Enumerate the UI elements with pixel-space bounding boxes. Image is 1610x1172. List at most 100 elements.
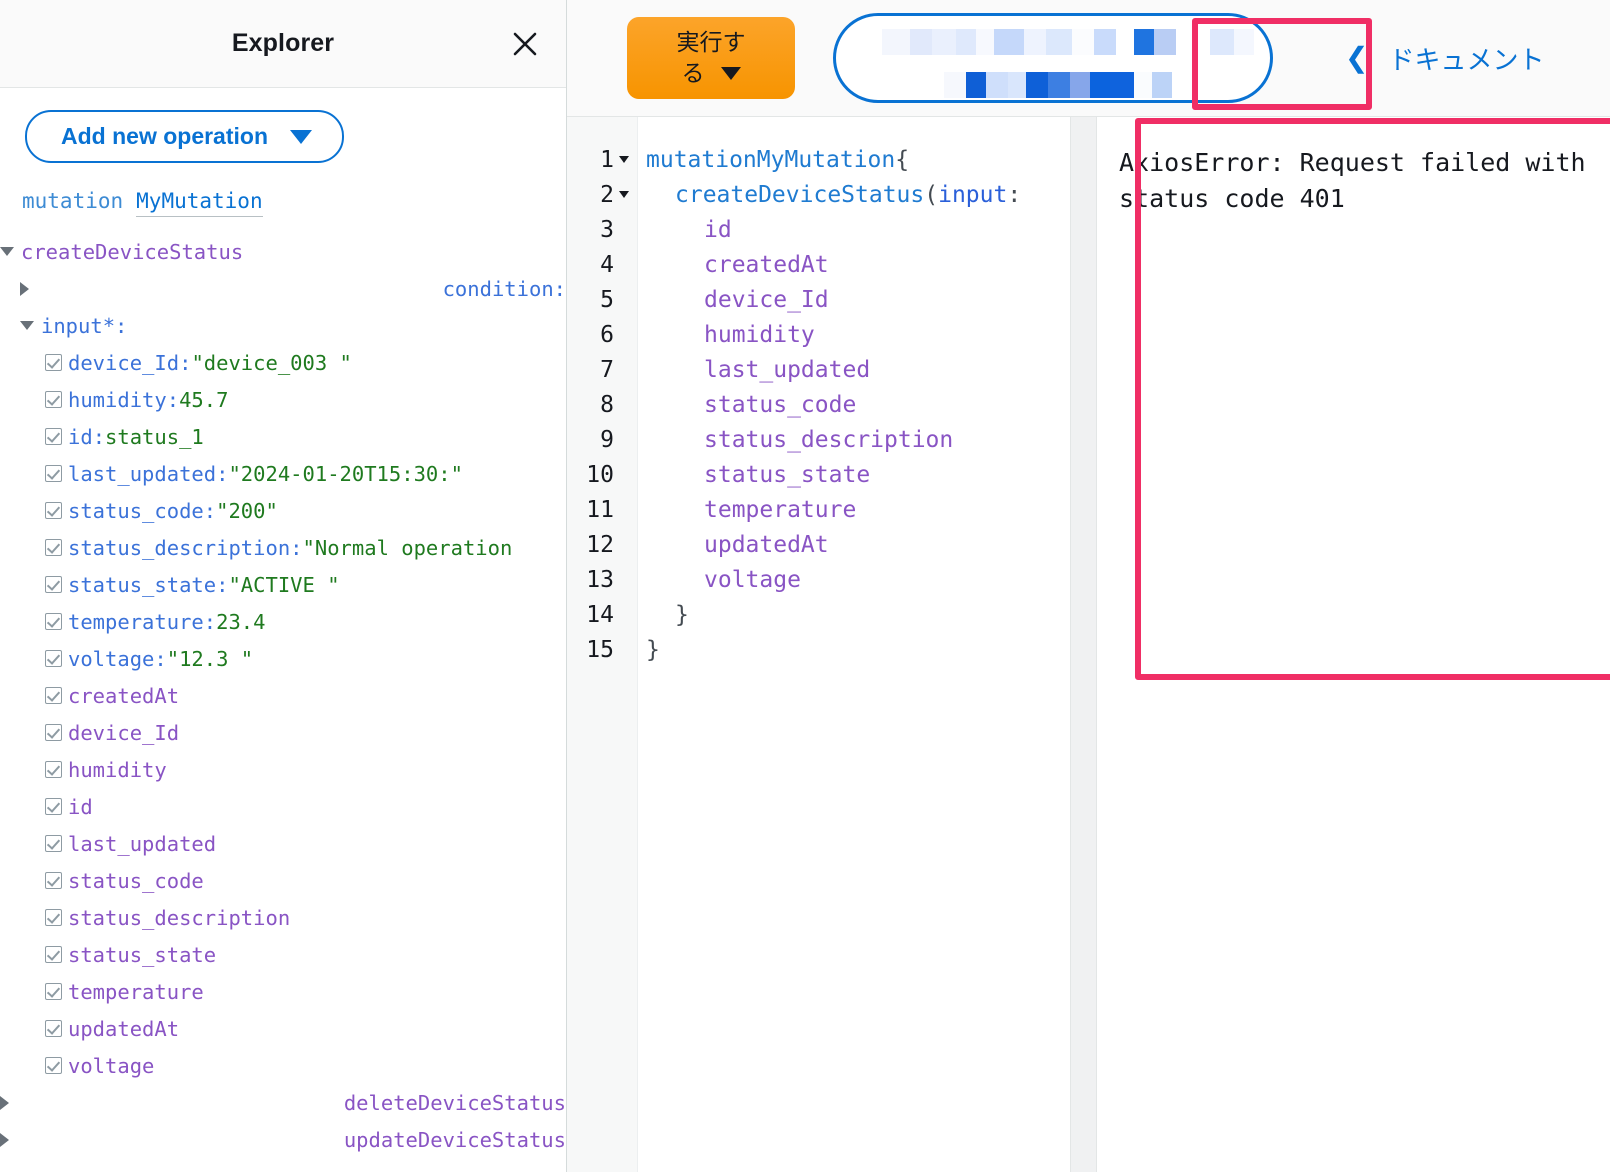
field-checkbox[interactable]: [45, 539, 62, 556]
redacted-block: [994, 29, 1024, 55]
documentation-link[interactable]: ❮ ドキュメント: [1345, 40, 1544, 77]
tree-field-last_updated[interactable]: last_updated: [0, 825, 566, 862]
field-checkbox[interactable]: [45, 909, 62, 926]
field-checkbox[interactable]: [45, 835, 62, 852]
tree-operation-updateDeviceStatus[interactable]: updateDeviceStatus: [0, 1121, 566, 1158]
code-token-name: createDeviceStatus: [675, 181, 925, 208]
arg-key: status_code: [68, 498, 204, 523]
field-checkbox[interactable]: [45, 465, 62, 482]
field-checkbox[interactable]: [45, 502, 62, 519]
tree-field-humidity[interactable]: humidity: [0, 751, 566, 788]
tree-field-updatedAt[interactable]: updatedAt: [0, 1010, 566, 1047]
field-checkbox[interactable]: [45, 428, 62, 445]
field-checkbox[interactable]: [45, 687, 62, 704]
field-checkbox[interactable]: [45, 391, 62, 408]
fold-triangle-icon[interactable]: [618, 156, 630, 163]
code-token-field: status_description: [704, 426, 954, 453]
redacted-endpoint-field[interactable]: [833, 13, 1273, 103]
field-checkbox[interactable]: [45, 798, 62, 815]
editor-code[interactable]: mutation MyMutation {createDeviceStatus(…: [638, 117, 1070, 1172]
run-query-button[interactable]: 実行す る: [627, 17, 795, 99]
code-line: updatedAt: [638, 527, 1070, 562]
operation-declaration: mutation MyMutation: [22, 189, 566, 217]
editor-line-number: 10: [567, 457, 637, 492]
field-checkbox[interactable]: [45, 613, 62, 630]
tree-arg-humidity[interactable]: humidity: 45.7: [0, 381, 566, 418]
editor-line-number: 14: [567, 597, 637, 632]
tree-operation-deleteDeviceStatus[interactable]: deleteDeviceStatus: [0, 1084, 566, 1121]
redacted-block: [1176, 29, 1210, 55]
field-label: createdAt: [68, 683, 180, 708]
code-line: humidity: [638, 317, 1070, 352]
editor-line-number: 7: [567, 352, 637, 387]
tree-field-voltage[interactable]: voltage: [0, 1047, 566, 1084]
redacted-block: [1026, 72, 1048, 98]
arg-separator: :: [290, 535, 303, 560]
tree-arg-voltage[interactable]: voltage: "12.3 ": [0, 640, 566, 677]
field-checkbox[interactable]: [45, 650, 62, 667]
editor-line-number: 2: [567, 177, 637, 212]
tree-field-status_code[interactable]: status_code: [0, 862, 566, 899]
triangle-right-icon[interactable]: [20, 281, 436, 296]
page-title: Explorer: [231, 29, 335, 57]
tree-field-temperature[interactable]: temperature: [0, 973, 566, 1010]
code-line: voltage: [638, 562, 1070, 597]
triangle-down-icon[interactable]: [20, 321, 34, 330]
tree-arg-device_Id[interactable]: device_Id: "device_003 ": [0, 344, 566, 381]
triangle-down-icon[interactable]: [0, 247, 14, 256]
tree-root-createDeviceStatus[interactable]: createDeviceStatus: [0, 233, 566, 270]
code-token-brace: {: [895, 146, 910, 173]
code-token-field: voltage: [704, 566, 801, 593]
tree-item-input[interactable]: input*:: [0, 307, 566, 344]
query-editor[interactable]: 1 2 3 4 5 6 7 8 9 10 11 12 13 14 15 mutation MyMutatio…: [567, 117, 1071, 1172]
tree-arg-status_code[interactable]: status_code: "200": [0, 492, 566, 529]
field-checkbox[interactable]: [45, 1020, 62, 1037]
triangle-right-icon[interactable]: [0, 1132, 337, 1147]
tree-item-condition[interactable]: condition:: [0, 270, 566, 307]
triangle-right-icon[interactable]: [0, 1095, 337, 1110]
fold-triangle-icon[interactable]: [618, 191, 630, 198]
field-checkbox[interactable]: [45, 724, 62, 741]
field-checkbox[interactable]: [45, 983, 62, 1000]
line-number: 8: [600, 391, 614, 418]
field-checkbox[interactable]: [45, 354, 62, 371]
line-number: 14: [586, 601, 614, 628]
field-checkbox[interactable]: [45, 761, 62, 778]
code-token-name: MyMutation: [756, 146, 896, 173]
editor-line-number: 8: [567, 387, 637, 422]
add-new-operation-label: Add new operation: [61, 123, 268, 149]
tree-field-createdAt[interactable]: createdAt: [0, 677, 566, 714]
field-label: status_state: [68, 942, 217, 967]
field-checkbox[interactable]: [45, 576, 62, 593]
tree-arg-id[interactable]: id: status_1: [0, 418, 566, 455]
tree-field-status_state[interactable]: status_state: [0, 936, 566, 973]
operation-name-input[interactable]: MyMutation: [136, 189, 263, 217]
result-error-text: AxiosError: Request failed with status c…: [1119, 148, 1601, 214]
arg-value: 23.4: [216, 609, 266, 634]
editor-line-number: 12: [567, 527, 637, 562]
tree-arg-last_updated[interactable]: last_updated: "2024-01-20T15:30:": [0, 455, 566, 492]
redacted-block: [1024, 29, 1046, 55]
add-new-operation-button[interactable]: Add new operation: [25, 110, 344, 163]
tree-arg-status_state[interactable]: status_state: "ACTIVE ": [0, 566, 566, 603]
field-label: status_code: [68, 868, 204, 893]
tree-field-status_description[interactable]: status_description: [0, 899, 566, 936]
redacted-block: [932, 29, 956, 55]
redacted-block: [1152, 72, 1172, 98]
redacted-block: [966, 72, 986, 98]
redacted-block: [1094, 29, 1116, 55]
arg-key: humidity: [68, 387, 167, 412]
field-checkbox[interactable]: [45, 1057, 62, 1074]
line-number: 3: [600, 216, 614, 243]
field-checkbox[interactable]: [45, 946, 62, 963]
close-icon[interactable]: [506, 25, 544, 63]
redacted-mosaic-row: [944, 72, 1270, 98]
field-checkbox[interactable]: [45, 872, 62, 889]
arg-separator: :: [203, 498, 217, 523]
arg-key: temperature: [68, 609, 204, 634]
field-label: humidity: [68, 757, 167, 782]
tree-arg-temperature[interactable]: temperature: 23.4: [0, 603, 566, 640]
tree-arg-status_description[interactable]: status_description: "Normal operation: [0, 529, 566, 566]
tree-field-id[interactable]: id: [0, 788, 566, 825]
tree-field-device_Id[interactable]: device_Id: [0, 714, 566, 751]
